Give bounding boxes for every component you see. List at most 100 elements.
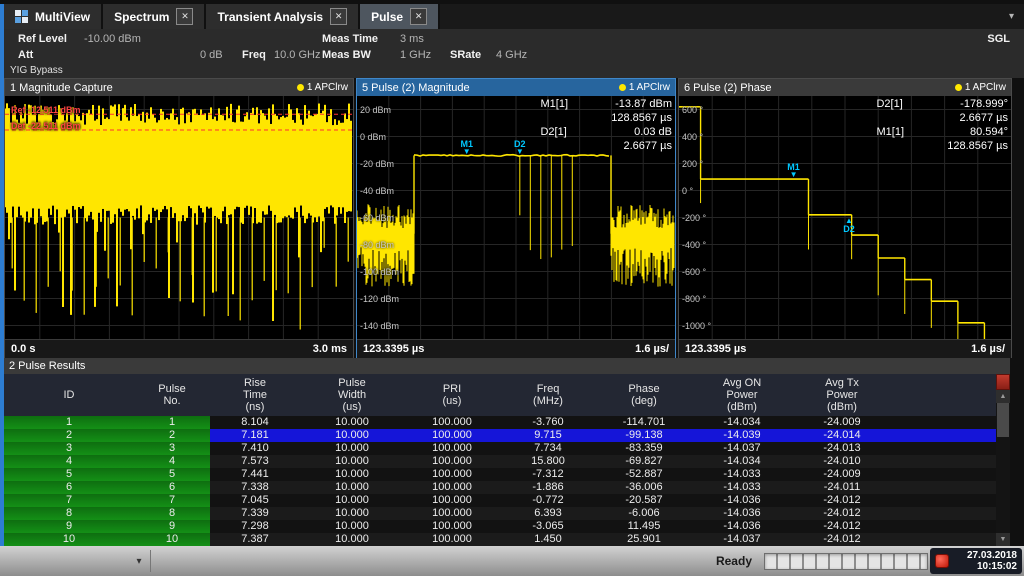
table-scrollbar[interactable]: ▲ ▼ bbox=[996, 374, 1010, 546]
table-cell: -24.009 bbox=[792, 416, 892, 429]
pulse-row[interactable]: 777.04510.000100.000-0.772-20.587-14.036… bbox=[4, 494, 996, 507]
datetime-widget[interactable]: 27.03.2018 10:15:02 bbox=[930, 548, 1022, 574]
table-cell: 10 bbox=[4, 533, 134, 546]
sgl-indicator: SGL bbox=[987, 32, 1010, 46]
table-cell: 7.387 bbox=[210, 533, 300, 546]
meas-time-value: 3 ms bbox=[400, 32, 424, 46]
tab-transient-analysis[interactable]: Transient Analysis ✕ bbox=[206, 4, 360, 29]
close-icon[interactable]: ✕ bbox=[410, 8, 427, 25]
statusbar-dropdown-icon[interactable]: ▾ bbox=[128, 550, 151, 572]
tab-multiview[interactable]: MultiView bbox=[4, 4, 103, 29]
table-cell: 8 bbox=[4, 507, 134, 520]
capture-chart[interactable]: Ref -12.511 dBm Det -22.511 dBm bbox=[5, 96, 353, 339]
column-header: Freq(MHz) bbox=[500, 374, 596, 416]
freq-value: 10.0 GHz bbox=[274, 48, 320, 62]
x-axis-start: 123.3395 µs bbox=[685, 343, 746, 355]
table-cell: 2 bbox=[134, 429, 210, 442]
att-label: Att bbox=[18, 48, 33, 62]
srate-value: 4 GHz bbox=[496, 48, 527, 62]
window-pulse-magnitude[interactable]: 5 Pulse (2) Magnitude 1 APClrw 20 dBm0 d… bbox=[356, 78, 676, 358]
tab-label: Transient Analysis bbox=[217, 10, 323, 24]
table-cell: 4 bbox=[4, 455, 134, 468]
table-cell: 5 bbox=[134, 468, 210, 481]
pulse-row[interactable]: 997.29810.000100.000-3.06511.495-14.036-… bbox=[4, 520, 996, 533]
column-header: PulseNo. bbox=[134, 374, 210, 416]
column-header: RiseTime(ns) bbox=[210, 374, 300, 416]
x-axis-end: 3.0 ms bbox=[313, 343, 347, 355]
pulse-row[interactable]: 667.33810.000100.000-1.886-36.006-14.033… bbox=[4, 481, 996, 494]
pulse-phase-chart[interactable]: 600 °400 °200 °0 °-200 °-400 °-600 °-800… bbox=[679, 96, 1011, 339]
table-cell: -3.760 bbox=[500, 416, 596, 429]
analyzer-window: MultiView Spectrum ✕ Transient Analysis … bbox=[0, 0, 1024, 576]
table-cell: 100.000 bbox=[404, 416, 500, 429]
close-icon[interactable]: ✕ bbox=[176, 8, 193, 25]
table-cell: 100.000 bbox=[404, 429, 500, 442]
x-axis-scale: 1.6 µs/ bbox=[971, 343, 1005, 355]
tab-pulse[interactable]: Pulse ✕ bbox=[360, 4, 440, 29]
pulse-magnitude-chart[interactable]: 20 dBm0 dBm-20 dBm-40 dBm-60 dBm-80 dBm-… bbox=[357, 96, 675, 339]
table-cell: -24.012 bbox=[792, 520, 892, 533]
table-cell: -14.034 bbox=[692, 416, 792, 429]
table-cell: 8 bbox=[134, 507, 210, 520]
table-cell: -14.036 bbox=[692, 494, 792, 507]
marker-name: M1[1] bbox=[540, 97, 568, 111]
pulse-row[interactable]: 227.18110.000100.0009.715-99.138-14.039-… bbox=[4, 429, 996, 442]
table-cell: 100.000 bbox=[404, 533, 500, 546]
table-cell: 8.104 bbox=[210, 416, 300, 429]
panel-title-bar[interactable]: 5 Pulse (2) Magnitude 1 APClrw bbox=[357, 79, 675, 96]
table-cell: -14.037 bbox=[692, 442, 792, 455]
table-cell: 10.000 bbox=[300, 416, 404, 429]
panel-title: 1 Magnitude Capture bbox=[10, 82, 113, 94]
close-icon[interactable]: ✕ bbox=[330, 8, 347, 25]
marker-name: D2[1] bbox=[540, 125, 568, 139]
tab-overflow-button[interactable]: ▾ bbox=[999, 11, 1024, 22]
meas-bw-label: Meas BW bbox=[322, 48, 371, 62]
scroll-thumb[interactable] bbox=[997, 403, 1009, 437]
pulse-row[interactable]: 10107.38710.000100.0001.45025.901-14.037… bbox=[4, 533, 996, 546]
pulse-row[interactable]: 118.10410.000100.000-3.760-114.701-14.03… bbox=[4, 416, 996, 429]
trace-color-icon bbox=[955, 84, 962, 91]
results-title-bar[interactable]: 2 Pulse Results bbox=[4, 358, 1010, 374]
column-header: Avg TxPower(dBm) bbox=[792, 374, 892, 416]
table-cell: 9 bbox=[4, 520, 134, 533]
marker-value: 128.8567 µs bbox=[916, 139, 1008, 153]
table-cell: -14.039 bbox=[692, 429, 792, 442]
table-cell: 6.393 bbox=[500, 507, 596, 520]
datetime-text: 27.03.2018 10:15:02 bbox=[953, 550, 1017, 572]
table-cell: 7.181 bbox=[210, 429, 300, 442]
trace-indicator: 1 APClrw bbox=[955, 82, 1006, 93]
table-cell: 10.000 bbox=[300, 533, 404, 546]
table-cell-filler bbox=[892, 442, 996, 455]
table-cell-filler bbox=[892, 429, 996, 442]
scroll-track[interactable] bbox=[996, 403, 1010, 533]
panel-title-bar[interactable]: 1 Magnitude Capture 1 APClrw bbox=[5, 79, 353, 96]
table-cell: -14.034 bbox=[692, 455, 792, 468]
marker-value: 128.8567 µs bbox=[580, 111, 672, 125]
table-cell: -83.359 bbox=[596, 442, 692, 455]
table-cell: 100.000 bbox=[404, 455, 500, 468]
trace-indicator: 1 APClrw bbox=[619, 82, 670, 93]
pulse-row[interactable]: 447.57310.000100.00015.800-69.827-14.034… bbox=[4, 455, 996, 468]
results-table-body: 118.10410.000100.000-3.760-114.701-14.03… bbox=[4, 416, 996, 546]
table-cell: 1.450 bbox=[500, 533, 596, 546]
detection-line-label: Det -22.511 dBm bbox=[11, 121, 81, 131]
panel-title: 5 Pulse (2) Magnitude bbox=[362, 82, 470, 94]
window-pulse-phase[interactable]: 6 Pulse (2) Phase 1 APClrw 600 °400 °200… bbox=[678, 78, 1012, 358]
panel-title: 6 Pulse (2) Phase bbox=[684, 82, 771, 94]
table-cell: 6 bbox=[134, 481, 210, 494]
pulse-row[interactable]: 887.33910.000100.0006.393-6.006-14.036-2… bbox=[4, 507, 996, 520]
scroll-down-icon[interactable]: ▼ bbox=[996, 533, 1010, 546]
pulse-row[interactable]: 557.44110.000100.000-7.312-52.887-14.033… bbox=[4, 468, 996, 481]
status-date: 27.03.2018 bbox=[953, 550, 1017, 561]
tab-spectrum[interactable]: Spectrum ✕ bbox=[103, 4, 206, 29]
table-config-button[interactable] bbox=[996, 374, 1010, 390]
capture-trace-plot bbox=[5, 96, 353, 339]
sweep-progress-bar bbox=[764, 553, 928, 570]
measurement-header: Ref Level -10.00 dBm Meas Time 3 ms SGL … bbox=[4, 29, 1024, 78]
scroll-up-icon[interactable]: ▲ bbox=[996, 390, 1010, 403]
window-magnitude-capture[interactable]: 1 Magnitude Capture 1 APClrw Ref -12.511… bbox=[4, 78, 354, 358]
multiview-grid-icon bbox=[15, 10, 28, 23]
pulse-row[interactable]: 337.41010.000100.0007.734-83.359-14.037-… bbox=[4, 442, 996, 455]
yig-bypass-label: YIG Bypass bbox=[10, 64, 63, 78]
panel-title-bar[interactable]: 6 Pulse (2) Phase 1 APClrw bbox=[679, 79, 1011, 96]
